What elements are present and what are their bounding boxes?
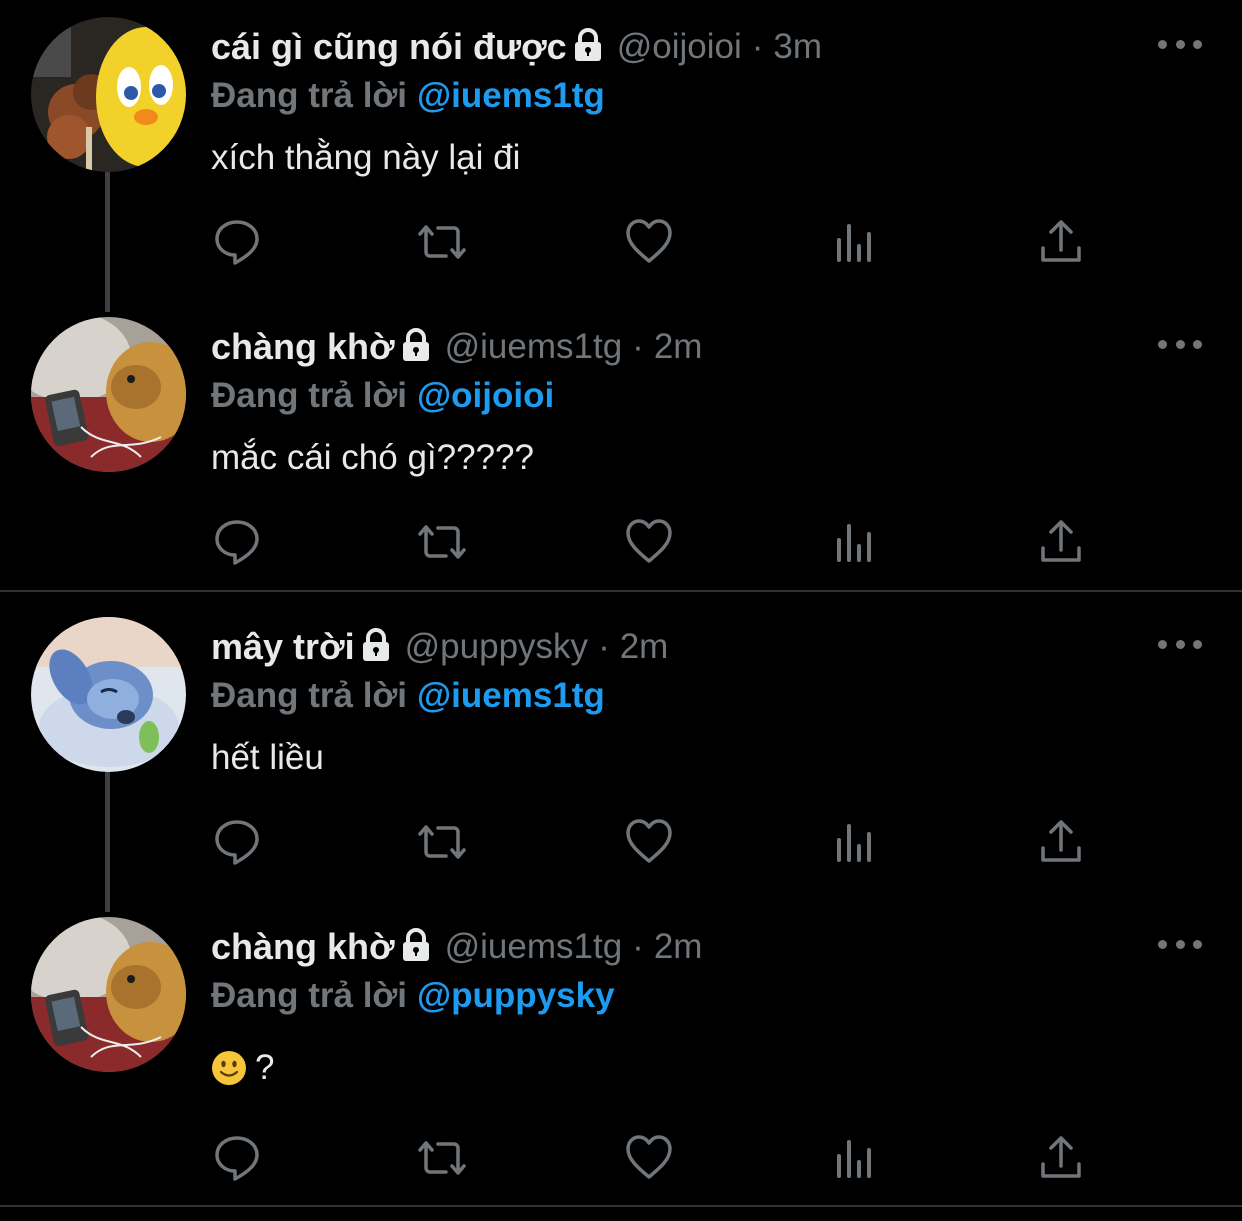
avatar[interactable]: [31, 617, 186, 772]
reply-label: Đang trả lời: [211, 976, 408, 1015]
analytics-icon[interactable]: [830, 216, 882, 268]
tweet[interactable]: chàng khờ @iuems1tg · 2m Đang trả lời @o…: [0, 300, 1242, 590]
display-name[interactable]: mây trời: [211, 626, 355, 668]
tweet[interactable]: cái gì cũng nói được @oijoioi · 3m Đang …: [0, 0, 1242, 312]
display-name[interactable]: chàng khờ: [211, 926, 395, 968]
share-icon[interactable]: [1035, 216, 1087, 268]
tweet-text: mắc cái chó gì?????: [211, 438, 534, 477]
tweet-header: chàng khờ @iuems1tg · 2m: [211, 322, 702, 372]
timestamp[interactable]: 2m: [654, 927, 703, 967]
reply-label: Đang trả lời: [211, 76, 408, 115]
tweet-header: chàng khờ @iuems1tg · 2m: [211, 922, 702, 972]
separator-dot: ·: [632, 927, 644, 966]
more-icon[interactable]: [1158, 934, 1202, 954]
reply-icon[interactable]: [211, 216, 263, 268]
retweet-icon[interactable]: [416, 816, 468, 868]
separator-dot: ·: [632, 327, 644, 366]
lock-icon: [401, 927, 431, 967]
avatar[interactable]: [31, 317, 186, 472]
avatar[interactable]: [31, 17, 186, 172]
reply-mention-link[interactable]: @iuems1tg: [417, 676, 605, 716]
reply-icon[interactable]: [211, 816, 263, 868]
retweet-icon[interactable]: [416, 1132, 468, 1184]
avatar[interactable]: [31, 917, 186, 1072]
reply-icon[interactable]: [211, 1132, 263, 1184]
retweet-icon[interactable]: [416, 516, 468, 568]
tweet-text: xích thằng này lại đi: [211, 138, 521, 177]
thread-line: [105, 772, 110, 912]
tweet[interactable]: mây trời @puppysky · 2m Đang trả lời @iu…: [0, 600, 1242, 912]
heart-icon[interactable]: [623, 516, 675, 568]
tweet-text: hết liều: [211, 738, 324, 777]
user-handle[interactable]: @iuems1tg: [445, 927, 623, 967]
share-icon[interactable]: [1035, 516, 1087, 568]
more-icon[interactable]: [1158, 334, 1202, 354]
reply-label: Đang trả lời: [211, 676, 408, 715]
analytics-icon[interactable]: [830, 1132, 882, 1184]
reply-mention-link[interactable]: @iuems1tg: [417, 76, 605, 116]
more-icon[interactable]: [1158, 634, 1202, 654]
separator-dot: ·: [598, 627, 610, 666]
tweet-text: ?: [255, 1048, 275, 1087]
lock-icon: [361, 627, 391, 667]
heart-icon[interactable]: [623, 816, 675, 868]
tweet-text-container: ?: [211, 1043, 274, 1093]
analytics-icon[interactable]: [830, 816, 882, 868]
timestamp[interactable]: 2m: [620, 627, 669, 667]
lock-icon: [573, 27, 603, 67]
more-icon[interactable]: [1158, 34, 1202, 54]
tweet-header: cái gì cũng nói được @oijoioi · 3m: [211, 22, 822, 72]
share-icon[interactable]: [1035, 1132, 1087, 1184]
separator-dot: ·: [751, 27, 764, 66]
display-name[interactable]: chàng khờ: [211, 326, 395, 368]
timestamp[interactable]: 2m: [654, 327, 703, 367]
reply-mention-link[interactable]: @puppysky: [417, 976, 615, 1016]
reply-context: Đang trả lời @oijoioi: [211, 371, 554, 421]
share-icon[interactable]: [1035, 816, 1087, 868]
reply-context: Đang trả lời @iuems1tg: [211, 71, 605, 121]
divider: [0, 590, 1242, 592]
reply-icon[interactable]: [211, 516, 263, 568]
heart-icon[interactable]: [623, 1132, 675, 1184]
heart-icon[interactable]: [623, 216, 675, 268]
reply-context: Đang trả lời @iuems1tg: [211, 671, 605, 721]
analytics-icon[interactable]: [830, 516, 882, 568]
retweet-icon[interactable]: [416, 216, 468, 268]
user-handle[interactable]: @oijoioi: [617, 27, 742, 67]
timestamp[interactable]: 3m: [773, 27, 822, 67]
user-handle[interactable]: @puppysky: [405, 627, 588, 667]
divider: [0, 1205, 1242, 1207]
tweet-header: mây trời @puppysky · 2m: [211, 622, 668, 672]
tweet[interactable]: chàng khờ @iuems1tg · 2m Đang trả lời @p…: [0, 900, 1242, 1205]
display-name[interactable]: cái gì cũng nói được: [211, 26, 567, 68]
reply-mention-link[interactable]: @oijoioi: [417, 376, 554, 416]
user-handle[interactable]: @iuems1tg: [445, 327, 623, 367]
thread-line: [105, 172, 110, 312]
slightly-smiling-face-icon: [211, 1050, 247, 1086]
reply-label: Đang trả lời: [211, 376, 408, 415]
reply-context: Đang trả lời @puppysky: [211, 971, 615, 1021]
lock-icon: [401, 327, 431, 367]
